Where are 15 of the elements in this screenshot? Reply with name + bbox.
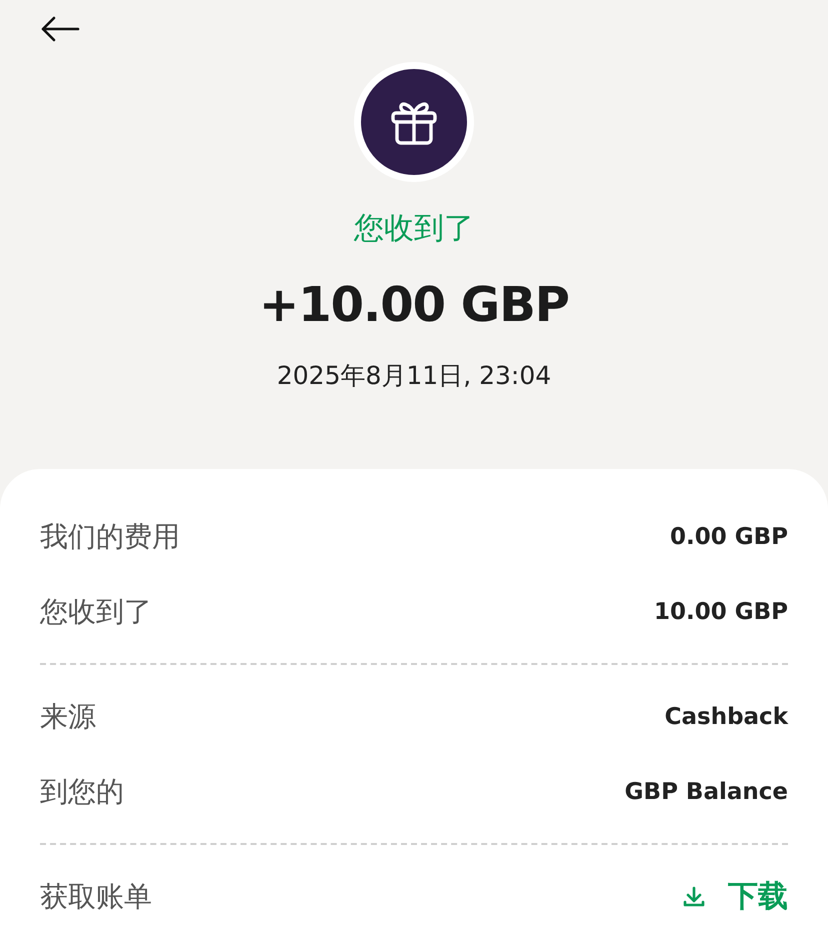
detail-value: GBP Balance bbox=[624, 778, 788, 804]
detail-label: 您收到了 bbox=[40, 594, 152, 630]
detail-label: 到您的 bbox=[40, 774, 124, 810]
detail-value: Cashback bbox=[664, 704, 788, 730]
detail-label: 获取账单 bbox=[40, 878, 152, 914]
date-text: 2025年8月11日, 23:04 bbox=[276, 360, 552, 392]
detail-label: 来源 bbox=[40, 698, 96, 734]
download-icon bbox=[682, 884, 706, 908]
amount-text: +10.00 GBP bbox=[259, 277, 569, 333]
detail-label: 我们的费用 bbox=[40, 518, 180, 554]
detail-value: 0.00 GBP bbox=[670, 524, 788, 550]
back-arrow-icon bbox=[40, 16, 80, 42]
download-link[interactable]: 下载 bbox=[682, 876, 788, 917]
status-text: 您收到了 bbox=[354, 210, 474, 248]
detail-value: 10.00 GBP bbox=[654, 598, 788, 624]
